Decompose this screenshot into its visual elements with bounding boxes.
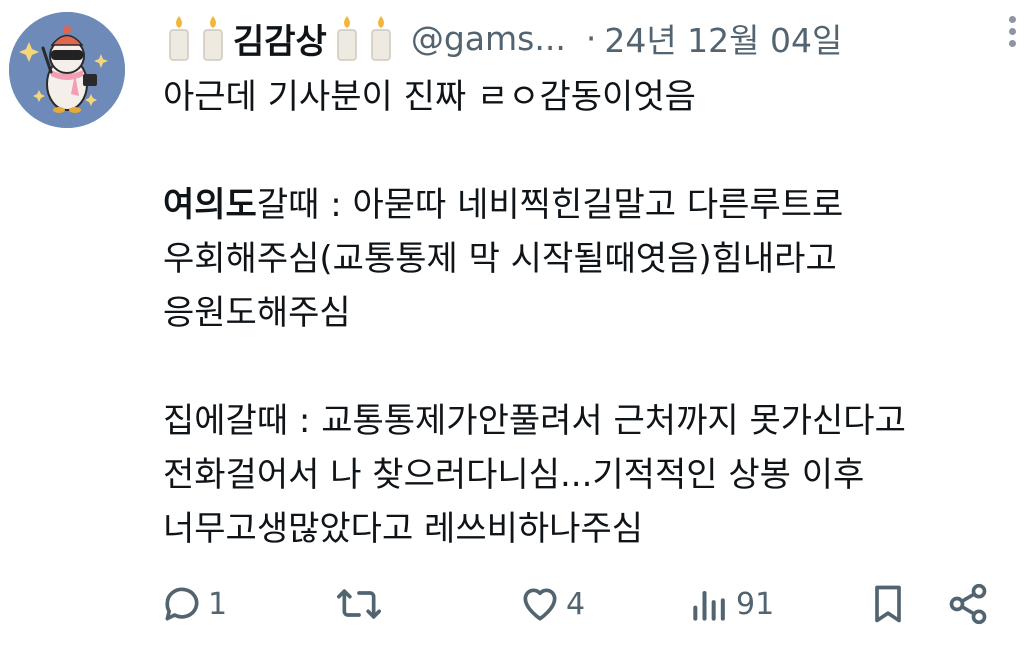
retweet-button[interactable]: [335, 576, 387, 632]
tweet-text: 아근데 기사분이 진짜 ㄹㅇ감동이엇음 여의도갈때 : 아묻따 네비찍힌길말고 …: [163, 70, 1023, 556]
tweet-line: 집에갈때 : 교통통제가안풀려서 근처까지 못가신다고: [163, 401, 906, 441]
more-options-icon[interactable]: [1000, 12, 1024, 52]
penguin-avatar-icon: [9, 12, 125, 128]
reply-icon: [165, 587, 199, 621]
tweet-line: [163, 124, 1023, 178]
share-icon: [949, 583, 987, 625]
display-name[interactable]: 김감상: [233, 14, 327, 63]
bookmark-button[interactable]: [866, 576, 910, 632]
retweet-icon: [337, 589, 381, 619]
tweet-line: 전화걸어서 나 찾으러다니심...기적적인 상봉 이후: [163, 455, 865, 495]
tweet-line: 너무고생많았다고 레쓰비하나주심: [163, 509, 644, 549]
candle-icon: [365, 14, 397, 62]
separator-dot: ·: [585, 18, 597, 58]
tweet-line: 여의도갈때 : 아묻따 네비찍힌길말고 다른루트로: [163, 185, 844, 225]
reply-button[interactable]: 1: [160, 576, 227, 632]
timestamp[interactable]: 24년 12월 04일: [604, 14, 842, 62]
analytics-icon: [693, 590, 725, 621]
tweet-line: 우회해주심(교통통제 막 시작될때엿음)힘내라고: [163, 239, 837, 279]
hashtag-bold: 여의도: [163, 185, 257, 225]
candle-icon: [197, 14, 229, 62]
views-button[interactable]: 91: [688, 576, 774, 632]
view-count: 91: [736, 586, 775, 622]
bookmark-icon: [875, 585, 901, 623]
tweet-header: 김감상 @gams... · 24년 12월 04일: [163, 8, 1013, 68]
tweet-line: 응원도해주심: [163, 293, 351, 333]
reply-count: 1: [208, 586, 228, 622]
user-handle[interactable]: @gams...: [411, 19, 566, 58]
candle-icon: [163, 14, 195, 62]
action-bar: 1 4 91: [160, 576, 1020, 632]
like-count: 4: [566, 586, 586, 622]
tweet-line: [163, 340, 1023, 394]
candle-icon: [331, 14, 363, 62]
heart-icon: [523, 588, 557, 621]
like-button[interactable]: 4: [518, 576, 585, 632]
share-button[interactable]: [946, 576, 990, 632]
avatar[interactable]: [9, 12, 125, 128]
tweet-line: 아근데 기사분이 진짜 ㄹㅇ감동이엇음: [163, 77, 696, 117]
